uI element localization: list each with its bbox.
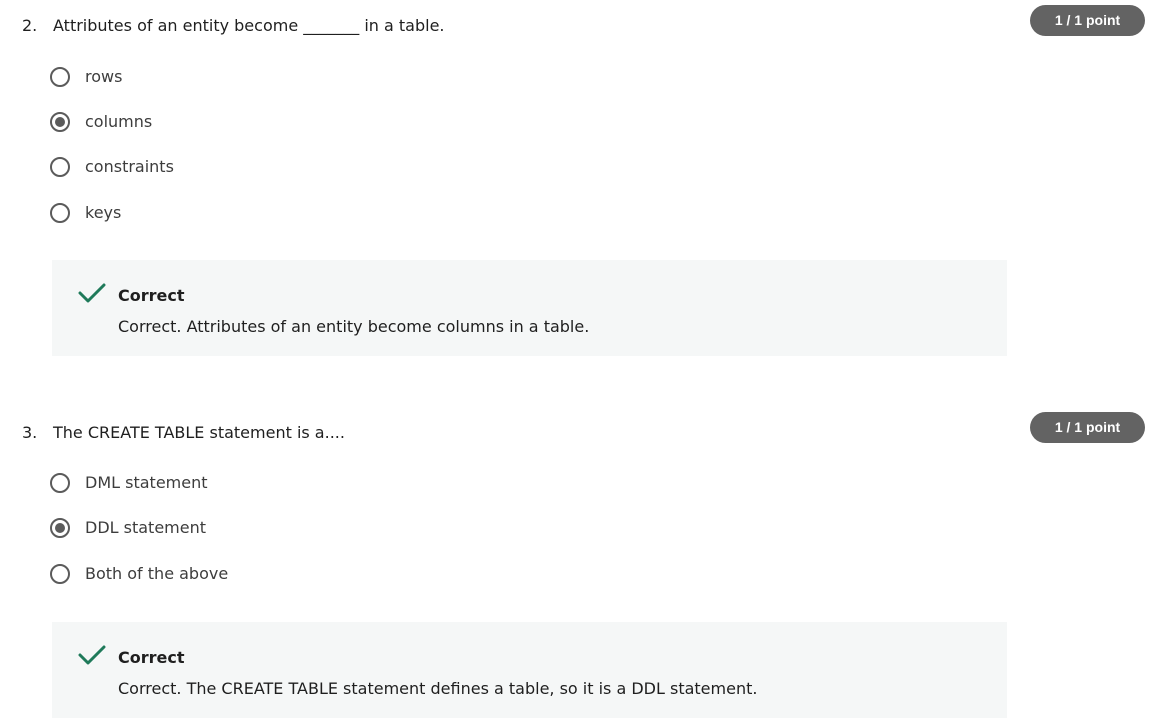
feedback-title: Correct: [118, 648, 185, 667]
radio-button[interactable]: [50, 157, 70, 177]
feedback-panel: Correct Correct. The CREATE TABLE statem…: [52, 622, 1007, 718]
radio-button[interactable]: [50, 203, 70, 223]
feedback-text: Correct. The CREATE TABLE statement defi…: [118, 679, 758, 698]
checkmark-icon: [78, 645, 106, 665]
option-label: constraints: [85, 157, 174, 176]
feedback-title: Correct: [118, 286, 185, 305]
question-prompt: Attributes of an entity become _______ i…: [53, 16, 445, 35]
question-prompt: The CREATE TABLE statement is a....: [53, 423, 345, 442]
option-both-of-the-above[interactable]: Both of the above: [50, 561, 228, 587]
radio-button[interactable]: [50, 564, 70, 584]
option-constraints[interactable]: constraints: [50, 154, 174, 180]
radio-button[interactable]: [50, 473, 70, 493]
feedback-text: Correct. Attributes of an entity become …: [118, 317, 590, 336]
question-number: 2.: [22, 16, 38, 35]
points-badge: 1 / 1 point: [1030, 5, 1145, 36]
option-columns[interactable]: columns: [50, 109, 152, 135]
option-keys[interactable]: keys: [50, 200, 121, 226]
radio-button-selected[interactable]: [50, 518, 70, 538]
radio-button[interactable]: [50, 67, 70, 87]
option-label: DDL statement: [85, 518, 207, 537]
feedback-panel: Correct Correct. Attributes of an entity…: [52, 260, 1007, 356]
option-dml-statement[interactable]: DML statement: [50, 470, 208, 496]
radio-button-selected[interactable]: [50, 112, 70, 132]
option-label: rows: [85, 67, 123, 86]
checkmark-icon: [78, 283, 106, 303]
option-label: DML statement: [85, 473, 208, 492]
option-ddl-statement[interactable]: DDL statement: [50, 515, 206, 541]
option-label: columns: [85, 112, 153, 131]
points-badge: 1 / 1 point: [1030, 412, 1145, 443]
option-rows[interactable]: rows: [50, 64, 122, 90]
question-number: 3.: [22, 423, 38, 442]
option-label: keys: [85, 203, 122, 222]
option-label: Both of the above: [85, 564, 229, 583]
